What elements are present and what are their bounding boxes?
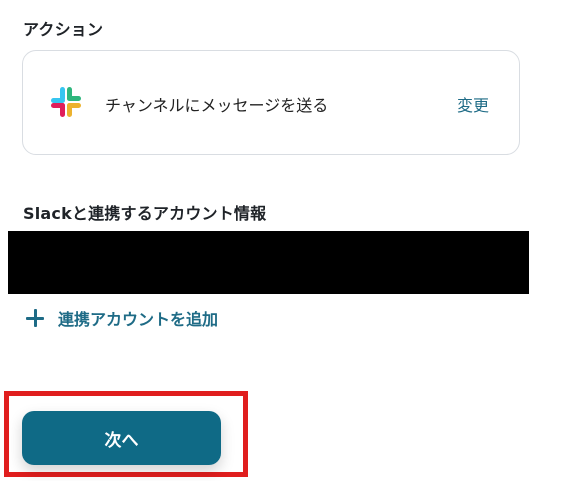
redacted-account-field <box>8 231 529 294</box>
add-account-button[interactable]: 連携アカウントを追加 <box>24 305 218 331</box>
action-label: チャンネルにメッセージを送る <box>105 96 329 115</box>
change-action-link[interactable]: 変更 <box>457 92 489 116</box>
account-section-title: Slackと連携するアカウント情報 <box>23 204 267 223</box>
add-account-label: 連携アカウントを追加 <box>58 310 219 329</box>
action-card: チャンネルにメッセージを送る 変更 <box>22 50 520 155</box>
plus-icon <box>24 307 46 329</box>
action-section-title: アクション <box>23 20 104 39</box>
next-button[interactable]: 次へ <box>22 411 221 465</box>
page: アクション チャンネルにメッセージを送る 変更 Slackと連携するアカウント情… <box>0 0 561 481</box>
slack-icon <box>51 87 81 117</box>
